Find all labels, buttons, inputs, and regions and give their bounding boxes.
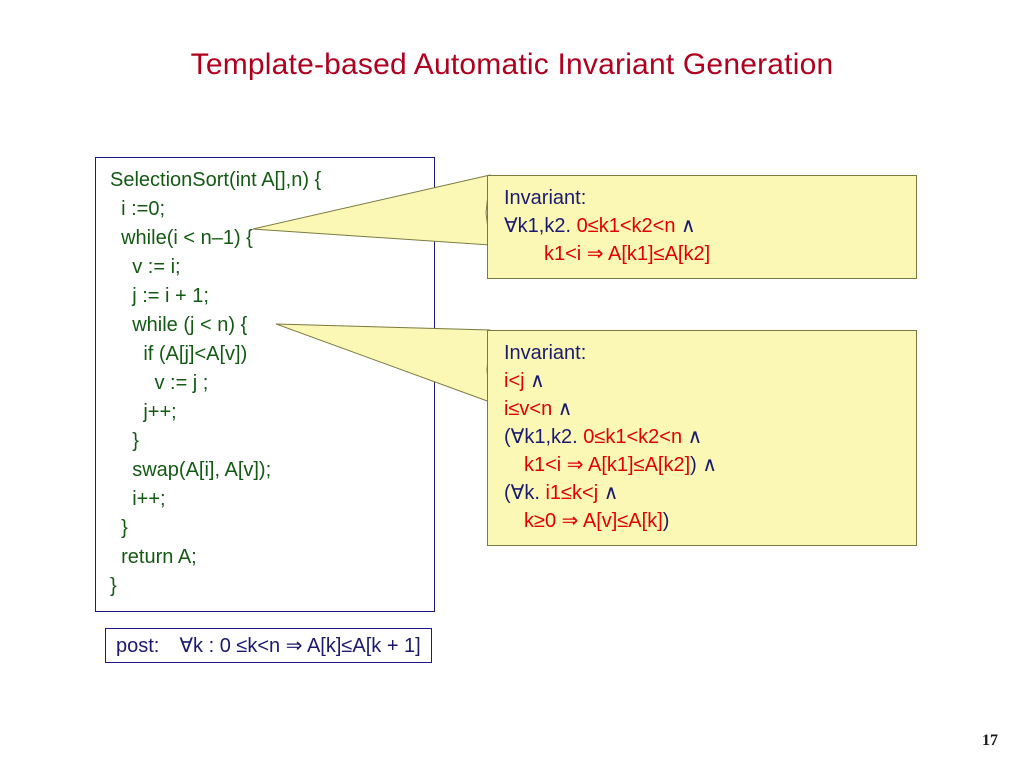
code-line: v := i;	[110, 256, 181, 278]
page-number: 17	[982, 732, 998, 750]
formula-part: i≤v<n	[504, 398, 558, 420]
code-line: j++;	[110, 401, 177, 423]
code-line: while(i < n–1) {	[110, 227, 253, 249]
indent	[504, 243, 544, 265]
invariant-line: k≥0 ⇒ A[v]≤A[k])	[504, 507, 900, 535]
invariant-heading: Invariant:	[504, 184, 900, 212]
invariant-box-outer: Invariant: ∀k1,k2. 0≤k1<k2<n ∧ k1<i ⇒ A[…	[487, 175, 917, 279]
formula-part: k1<i ⇒ A[k1]≤A[k2]	[524, 454, 690, 476]
code-listing: SelectionSort(int A[],n) { i :=0; while(…	[95, 157, 435, 612]
code-line: SelectionSort(int A[],n) {	[110, 169, 321, 191]
code-line: }	[110, 517, 128, 539]
code-line: j := i + 1;	[110, 285, 209, 307]
code-line: }	[110, 575, 117, 597]
invariant-box-inner: Invariant: i<j ∧ i≤v<n ∧ (∀k1,k2. 0≤k1<k…	[487, 330, 917, 546]
invariant-line: i≤v<n ∧	[504, 395, 900, 423]
invariant-line: (∀k. i1≤k<j ∧	[504, 479, 900, 507]
post-expr: ∀k : 0 ≤k<n ⇒ A[k]≤A[k + 1]	[179, 635, 420, 657]
indent	[504, 454, 524, 476]
quantifier: ∀k1,k2.	[504, 215, 577, 237]
invariant-line: ∀k1,k2. 0≤k1<k2<n ∧	[504, 212, 900, 240]
wedge: ∧	[530, 370, 545, 392]
wedge: ∧	[604, 482, 619, 504]
formula-part: 0≤k1<k2<n	[583, 426, 687, 448]
wedge: ∧	[558, 398, 573, 420]
post-label: post:	[116, 635, 179, 657]
wedge: ∧	[702, 454, 717, 476]
quantifier: ∀k.	[511, 482, 546, 504]
invariant-line: k1<i ⇒ A[k1]≤A[k2]	[504, 240, 900, 268]
postcondition-box: post: ∀k : 0 ≤k<n ⇒ A[k]≤A[k + 1]	[105, 628, 432, 663]
invariant-line: (∀k1,k2. 0≤k1<k2<n ∧	[504, 423, 900, 451]
wedge: ∧	[688, 426, 703, 448]
formula-part: i<j	[504, 370, 530, 392]
code-line: v := j ;	[110, 372, 208, 394]
quantifier: ∀k1,k2.	[511, 426, 584, 448]
formula-part: k1<i ⇒ A[k1]≤A[k2]	[544, 243, 710, 265]
code-line: return A;	[110, 546, 197, 568]
code-line: if (A[j]<A[v])	[110, 343, 247, 365]
wedge: ∧	[681, 215, 696, 237]
formula-part: i1≤k<j	[545, 482, 603, 504]
paren: (	[504, 482, 511, 504]
paren: )	[690, 454, 702, 476]
indent	[504, 510, 524, 532]
paren: )	[663, 510, 670, 532]
invariant-line: k1<i ⇒ A[k1]≤A[k2]) ∧	[504, 451, 900, 479]
code-line: swap(A[i], A[v]);	[110, 459, 271, 481]
slide-title: Template-based Automatic Invariant Gener…	[0, 48, 1024, 82]
code-line: i :=0;	[110, 198, 165, 220]
formula-part: 0≤k1<k2<n	[577, 215, 681, 237]
code-line: while (j < n) {	[110, 314, 247, 336]
code-line: }	[110, 430, 139, 452]
formula-part: k≥0 ⇒ A[v]≤A[k]	[524, 510, 663, 532]
invariant-line: i<j ∧	[504, 367, 900, 395]
paren: (	[504, 426, 511, 448]
invariant-heading: Invariant:	[504, 339, 900, 367]
code-line: i++;	[110, 488, 166, 510]
